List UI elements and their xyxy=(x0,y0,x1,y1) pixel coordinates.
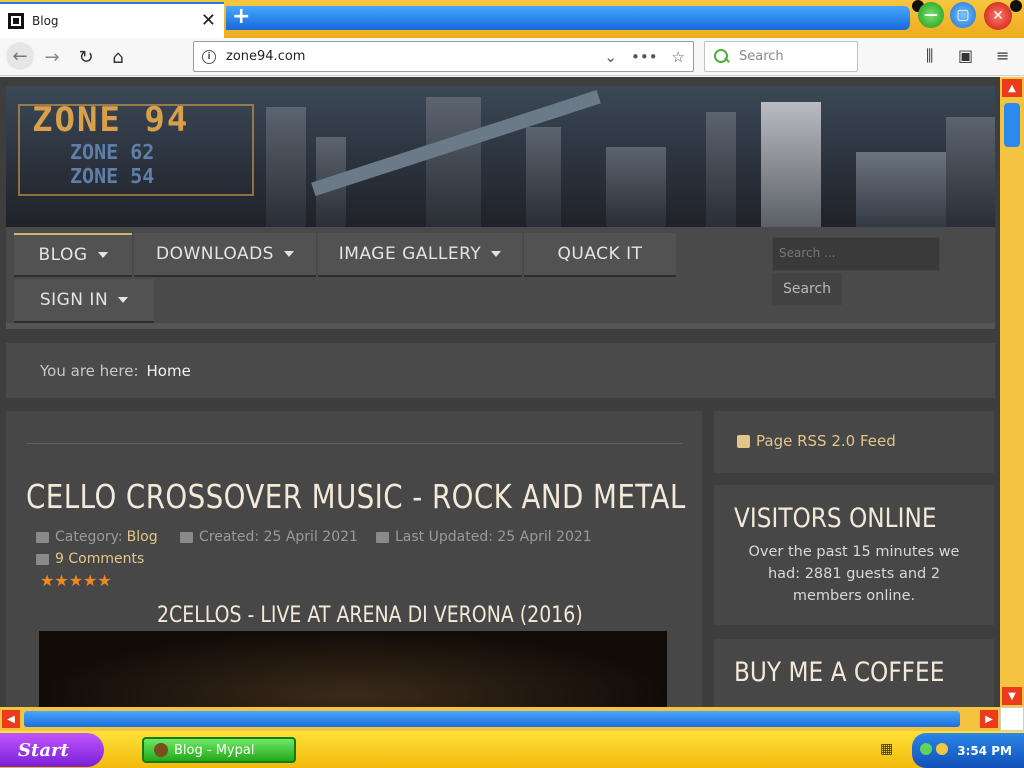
horizontal-scrollbar[interactable]: ◀ ▶ xyxy=(0,707,1000,731)
site-logo: ZONE 94 xyxy=(32,100,190,140)
caret-down-icon xyxy=(491,251,502,257)
navigation-toolbar: ← → ↻ ⌂ i zone94.com ⌄ ••• ☆ Search ⫼ ▣ … xyxy=(0,38,1024,76)
system-tray: 3:54 PM xyxy=(912,733,1024,768)
home-icon[interactable]: ⌂ xyxy=(106,45,130,69)
scroll-left-arrow-icon[interactable]: ◀ xyxy=(2,710,20,728)
breadcrumb: You are here: Home xyxy=(6,343,995,398)
breadcrumb-label: You are here: xyxy=(40,361,139,380)
tab-blog[interactable]: Blog ✕ xyxy=(0,2,224,38)
reload-icon[interactable]: ↻ xyxy=(74,45,98,69)
visitors-box: VISITORS ONLINE Over the past 15 minutes… xyxy=(714,485,994,625)
scroll-up-arrow-icon[interactable]: ▲ xyxy=(1002,79,1022,97)
url-text[interactable]: zone94.com xyxy=(226,49,604,64)
tab-title: Blog xyxy=(32,14,59,28)
site-banner[interactable]: ZONE 94 ZONE 62 ZONE 54 xyxy=(6,86,995,227)
coffee-box: BUY ME A COFFEE xyxy=(714,639,994,707)
taskbar-item-mypal[interactable]: Blog - Mypal xyxy=(142,737,296,763)
tab-strip: + xyxy=(226,4,910,30)
browser-search-input[interactable]: Search xyxy=(704,41,858,72)
taskbar: Start Blog - Mypal ▦ 3:54 PM xyxy=(0,731,1024,768)
site-favicon-icon xyxy=(8,13,24,29)
site-search-input[interactable]: Search ... xyxy=(772,237,940,271)
section-heading: 2CELLOS - LIVE AT ARENA DI VERONA (2016) xyxy=(157,603,583,628)
rss-box: Page RSS 2.0 Feed xyxy=(714,411,994,473)
search-tray-icon[interactable] xyxy=(936,743,948,755)
sidebar-icon[interactable]: ▣ xyxy=(958,46,973,65)
divider xyxy=(26,443,682,444)
article-created: Created: 25 April 2021 xyxy=(180,529,358,545)
visitors-text: Over the past 15 minutes we had: 2881 gu… xyxy=(748,544,960,604)
menu-icon[interactable]: ≡ xyxy=(996,46,1009,65)
more-icon[interactable]: ••• xyxy=(631,48,658,66)
menu-item-downloads[interactable]: DOWNLOADS xyxy=(134,233,316,275)
vertical-scroll-thumb[interactable] xyxy=(1004,103,1020,147)
network-icon[interactable] xyxy=(920,743,932,755)
close-window-button[interactable]: ✕ xyxy=(984,2,1012,30)
caret-down-icon xyxy=(97,252,108,258)
bookmark-star-icon[interactable]: ☆ xyxy=(672,48,685,66)
article-comments: 9 Comments xyxy=(36,551,144,567)
scroll-down-arrow-icon[interactable]: ▼ xyxy=(1002,687,1022,705)
rating-stars[interactable]: ★★★★★ xyxy=(40,571,112,590)
article-title[interactable]: CELLO CROSSOVER MUSIC - ROCK AND METAL xyxy=(26,477,686,516)
forward-arrow-icon[interactable]: → xyxy=(40,45,64,69)
site-search-button[interactable]: Search xyxy=(772,273,842,305)
coffee-title: BUY ME A COFFEE xyxy=(734,657,945,688)
info-icon[interactable]: i xyxy=(202,49,216,64)
calendar-icon xyxy=(376,531,389,543)
tab-bar: Blog ✕ + — ▢ ✕ xyxy=(0,0,1024,38)
article-updated: Last Updated: 25 April 2021 xyxy=(376,529,592,545)
menu-item-quack-it[interactable]: QUACK IT xyxy=(524,233,676,275)
visitors-title: VISITORS ONLINE xyxy=(734,503,937,534)
tab-close-icon[interactable]: ✕ xyxy=(201,12,216,30)
folder-icon xyxy=(36,531,49,543)
new-tab-button[interactable]: + xyxy=(232,4,250,29)
article-category: Category: Blog xyxy=(36,529,158,545)
keyboard-icon[interactable]: ▦ xyxy=(880,741,893,757)
chevron-down-icon[interactable]: ⌄ xyxy=(604,48,617,66)
maximize-window-button[interactable]: ▢ xyxy=(950,2,976,28)
breadcrumb-home-link[interactable]: Home xyxy=(147,362,191,380)
calendar-icon xyxy=(180,531,193,543)
menu-item-sign-in[interactable]: SIGN IN xyxy=(14,279,154,321)
logo-subtitle-2: ZONE 54 xyxy=(70,164,155,188)
caret-down-icon xyxy=(283,251,294,257)
search-placeholder: Search xyxy=(739,49,784,64)
rss-icon xyxy=(737,434,750,448)
menu-item-blog[interactable]: BLOG xyxy=(14,233,132,275)
library-icon[interactable]: ⫼ xyxy=(926,46,933,66)
comment-icon xyxy=(36,553,49,565)
page-viewport: ZONE 94 ZONE 62 ZONE 54 BLOG DOWNLOADS I… xyxy=(0,77,1000,707)
back-arrow-icon[interactable]: ← xyxy=(6,42,34,70)
logo-subtitle-1: ZONE 62 xyxy=(70,140,155,164)
mypal-icon xyxy=(154,743,168,757)
comments-link[interactable]: 9 Comments xyxy=(55,551,144,567)
caret-down-icon xyxy=(118,297,129,303)
rss-feed-link[interactable]: Page RSS 2.0 Feed xyxy=(737,432,896,450)
url-bar[interactable]: i zone94.com ⌄ ••• ☆ xyxy=(193,41,694,72)
vertical-scrollbar[interactable]: ▲ ▼ xyxy=(1000,77,1024,707)
minimize-window-button[interactable]: — xyxy=(918,2,944,28)
scrollbar-corner xyxy=(1000,707,1024,731)
clock[interactable]: 3:54 PM xyxy=(957,744,1012,758)
menu-item-image-gallery[interactable]: IMAGE GALLERY xyxy=(318,233,522,275)
search-icon xyxy=(713,48,731,66)
horizontal-scroll-thumb[interactable] xyxy=(24,711,960,727)
video-player[interactable] xyxy=(39,631,667,707)
window-decoration-icon xyxy=(1010,0,1022,12)
scroll-right-arrow-icon[interactable]: ▶ xyxy=(980,710,998,728)
start-button[interactable]: Start xyxy=(0,733,104,767)
category-link[interactable]: Blog xyxy=(127,529,158,545)
